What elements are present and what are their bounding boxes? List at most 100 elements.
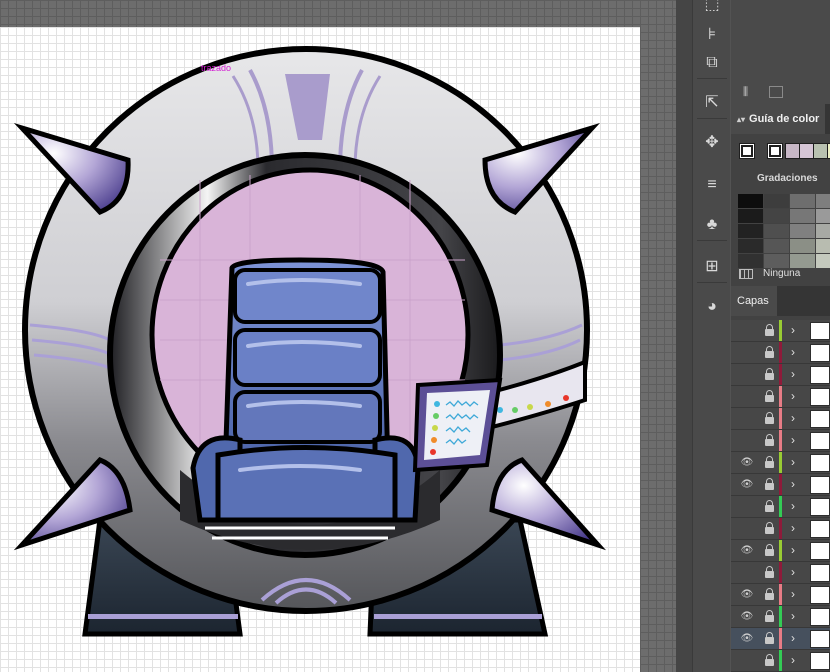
distribute-icon[interactable]: ⊞ <box>697 254 727 280</box>
gradation-swatch[interactable] <box>790 254 815 268</box>
layer-row[interactable]: › <box>731 408 830 430</box>
lock-icon[interactable] <box>765 324 774 337</box>
layer-row[interactable]: 👁 › <box>731 474 830 496</box>
lock-icon[interactable] <box>765 610 774 623</box>
gradation-swatch[interactable] <box>738 254 763 268</box>
visibility-eye-icon[interactable]: 👁 <box>740 589 754 601</box>
expand-chevron-icon[interactable]: › <box>791 390 795 403</box>
lock-icon[interactable] <box>765 632 774 645</box>
layer-row[interactable]: › <box>731 364 830 386</box>
lock-icon[interactable] <box>765 456 774 469</box>
expand-chevron-icon[interactable]: › <box>791 412 795 425</box>
layer-row[interactable]: › <box>731 496 830 518</box>
lock-icon[interactable] <box>765 434 774 447</box>
export-icon[interactable]: ⇱ <box>697 90 727 116</box>
gradation-swatch[interactable] <box>816 254 830 268</box>
gradation-swatch[interactable] <box>816 209 830 223</box>
layer-row[interactable]: › <box>731 650 830 672</box>
layer-row[interactable]: › <box>731 430 830 452</box>
transform-icon[interactable]: ⬚ <box>697 0 727 18</box>
libraries-icon[interactable]: ⫼ <box>743 86 757 98</box>
layer-row[interactable]: › <box>731 342 830 364</box>
expand-chevron-icon[interactable]: › <box>791 588 795 601</box>
expand-chevron-icon[interactable]: › <box>791 654 795 667</box>
visibility-eye-icon[interactable] <box>740 435 754 447</box>
expand-chevron-icon[interactable]: › <box>791 478 795 491</box>
expand-chevron-icon[interactable]: › <box>791 632 795 645</box>
tab-color-guide[interactable]: ▴▾ Guía de color <box>731 104 826 134</box>
puppet-warp-icon[interactable]: ✥ <box>697 130 727 156</box>
layer-row[interactable]: 👁 › <box>731 452 830 474</box>
lock-icon[interactable] <box>765 654 774 667</box>
expand-chevron-icon[interactable]: › <box>791 544 795 557</box>
visibility-eye-icon[interactable]: 👁 <box>740 633 754 645</box>
pathfinder-icon[interactable]: ⧉ <box>697 50 727 76</box>
expand-chevron-icon[interactable]: › <box>791 324 795 337</box>
visibility-eye-icon[interactable] <box>740 347 754 359</box>
gradation-swatch[interactable] <box>790 224 815 238</box>
gradation-swatch[interactable] <box>764 209 789 223</box>
gradation-swatch[interactable] <box>816 239 830 253</box>
lock-icon[interactable] <box>765 412 774 425</box>
lock-icon[interactable] <box>765 368 774 381</box>
lock-icon[interactable] <box>765 544 774 557</box>
gradation-swatch[interactable] <box>764 194 789 208</box>
base-color-swatch[interactable] <box>739 143 755 159</box>
expand-chevron-icon[interactable]: › <box>791 566 795 579</box>
layer-row[interactable]: › <box>731 320 830 342</box>
expand-chevron-icon[interactable]: › <box>791 456 795 469</box>
layer-row[interactable]: › <box>731 562 830 584</box>
lock-icon[interactable] <box>765 478 774 491</box>
gradation-swatch[interactable] <box>738 194 763 208</box>
gradation-swatch[interactable] <box>738 239 763 253</box>
visibility-eye-icon[interactable] <box>740 391 754 403</box>
visibility-eye-icon[interactable] <box>740 369 754 381</box>
align-icon[interactable]: ⊧ <box>697 22 727 48</box>
gradation-swatch[interactable] <box>790 239 815 253</box>
palette-icon[interactable]: ◕ <box>697 294 727 320</box>
gradation-swatch[interactable] <box>816 224 830 238</box>
expand-chevron-icon[interactable]: › <box>791 610 795 623</box>
place-icon[interactable] <box>769 86 783 98</box>
expand-chevron-icon[interactable]: › <box>791 522 795 535</box>
layer-row[interactable]: 👁 › <box>731 606 830 628</box>
gradation-swatch[interactable] <box>738 209 763 223</box>
layer-row[interactable]: 👁 › <box>731 628 830 650</box>
symbols-icon[interactable]: ♣ <box>697 212 727 238</box>
expand-chevron-icon[interactable]: › <box>791 368 795 381</box>
pasteboard[interactable]: trazado <box>0 0 676 672</box>
lock-icon[interactable] <box>765 500 774 513</box>
gradation-swatch[interactable] <box>764 254 789 268</box>
expand-chevron-icon[interactable]: › <box>791 434 795 447</box>
tab-layers[interactable]: Capas <box>731 286 777 316</box>
visibility-eye-icon[interactable] <box>740 501 754 513</box>
visibility-eye-icon[interactable]: 👁 <box>740 545 754 557</box>
artwork-illustration[interactable] <box>0 27 640 672</box>
lock-icon[interactable] <box>765 566 774 579</box>
expand-chevron-icon[interactable]: › <box>791 500 795 513</box>
lock-icon[interactable] <box>765 522 774 535</box>
gradation-swatch[interactable] <box>790 194 815 208</box>
visibility-eye-icon[interactable] <box>740 567 754 579</box>
lock-icon[interactable] <box>765 390 774 403</box>
layer-row[interactable]: 👁 › <box>731 584 830 606</box>
gradation-swatch[interactable] <box>816 194 830 208</box>
layer-row[interactable]: 👁 › <box>731 540 830 562</box>
visibility-eye-icon[interactable]: 👁 <box>740 611 754 623</box>
visibility-eye-icon[interactable] <box>740 325 754 337</box>
lock-icon[interactable] <box>765 588 774 601</box>
stroke-icon[interactable]: ≡ <box>697 172 727 198</box>
visibility-eye-icon[interactable] <box>740 413 754 425</box>
gradation-swatch[interactable] <box>738 224 763 238</box>
color-group-limit[interactable]: Ninguna <box>763 268 800 279</box>
lock-icon[interactable] <box>765 346 774 359</box>
visibility-eye-icon[interactable]: 👁 <box>740 479 754 491</box>
gradation-swatch[interactable] <box>790 209 815 223</box>
visibility-eye-icon[interactable] <box>740 523 754 535</box>
gradation-swatch[interactable] <box>764 239 789 253</box>
visibility-eye-icon[interactable] <box>740 655 754 667</box>
grid-icon[interactable] <box>739 268 753 279</box>
layer-row[interactable]: › <box>731 518 830 540</box>
gradation-swatch[interactable] <box>764 224 789 238</box>
artboard[interactable]: trazado <box>0 27 640 672</box>
